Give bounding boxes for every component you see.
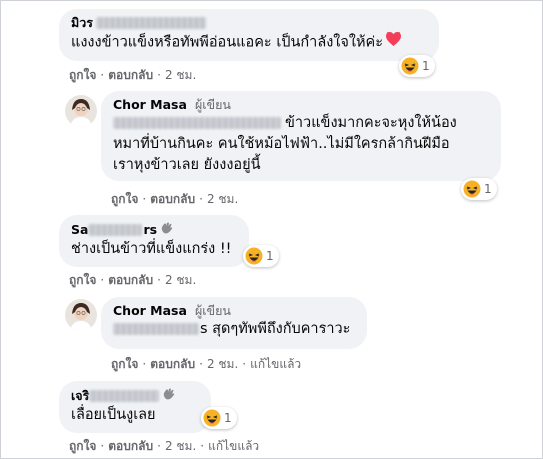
comment-actions: ถูกใจ · ตอบกลับ · 2 ชม. (69, 67, 196, 83)
reaction-count[interactable]: 1 (201, 407, 237, 429)
author-badge: ผู้เขียน (194, 303, 231, 318)
separator-dot: · (100, 68, 105, 82)
haha-emoji-icon (463, 180, 481, 198)
waving-hand-icon (160, 221, 174, 239)
comment-author-row: เจริ (71, 387, 199, 405)
separator-dot: · (200, 439, 205, 453)
reply-button[interactable]: ตอบกลับ (108, 67, 153, 83)
comments-panel: มิวร แงงงข้าวแข็งหรือทัพพีอ่อนแอคะ เป็นก… (0, 0, 543, 459)
reply-button[interactable]: ตอบกลับ (108, 272, 153, 288)
redacted-name (88, 224, 143, 236)
comment-text: s สุดๆทัพพีถึงกับคาราวะ (200, 321, 351, 337)
reaction-count[interactable]: 1 (243, 245, 279, 267)
comment-text-row: ข้าวแข็งมากคะจะหุงให้น้อง (113, 113, 489, 134)
separator-dot: · (142, 357, 147, 371)
comment-text: เราหุงข้าวเลย ยังงงอยู่นี้ (113, 157, 261, 173)
comment-author-tail: rs (143, 222, 158, 237)
like-button[interactable]: ถูกใจ (69, 438, 96, 454)
comment-author[interactable]: มิวร (71, 15, 93, 31)
like-button[interactable]: ถูกใจ (111, 191, 138, 207)
comment-text: แงงงข้าวแข็งหรือทัพพีอ่อนแอคะ เป็นกำลังใ… (71, 34, 383, 51)
reaction-count-label: 1 (422, 59, 430, 73)
haha-emoji-icon (245, 247, 263, 265)
comment-author-row: มิวร (71, 15, 427, 31)
haha-emoji-icon (203, 409, 221, 427)
comment-actions: ถูกใจ · ตอบกลับ · 2 ชม. · แก้ไขแล้ว (69, 438, 259, 454)
comment-bubble: Sa rs ช่างเป็นข้าวที่แข็งแกร่ง !! (59, 215, 249, 267)
comment-author[interactable]: Chor Masa (113, 303, 187, 319)
comment-actions: ถูกใจ · ตอบกลับ · 2 ชม. (69, 272, 196, 288)
reply-button[interactable]: ตอบกลับ (108, 438, 153, 454)
redacted-name (113, 117, 281, 129)
separator-dot: · (242, 357, 247, 371)
comment-bubble: Chor Masa ผู้เขียน ข้าวแข็งมากคะจะหุงให้… (101, 91, 501, 181)
comment-author[interactable]: Sa (71, 222, 88, 238)
comment-text: หมาที่บ้านกินคะ คนใช้หม้อไฟฟ้า..ไม่มีใคร… (113, 136, 450, 152)
comment-text: เลื่อยเป็นงูเลย (71, 407, 156, 423)
redacted-name (89, 390, 160, 402)
comment-text-row: s สุดๆทัพพีถึงกับคาราวะ (113, 319, 355, 340)
redacted-name (113, 323, 199, 335)
separator-dot: · (157, 68, 161, 82)
comment-text: ข้าวแข็งมากคะจะหุงให้น้อง (285, 115, 457, 131)
comment-bubble: Chor Masa ผู้เขียน s สุดๆทัพพีถึงกับคารา… (101, 297, 367, 349)
reaction-count-label: 1 (266, 249, 274, 263)
comment-text-row: แงงงข้าวแข็งหรือทัพพีอ่อนแอคะ เป็นกำลังใ… (71, 31, 427, 54)
separator-dot: · (199, 357, 203, 371)
avatar[interactable] (65, 299, 97, 331)
separator-dot: · (100, 439, 105, 453)
comment-bubble: มิวร แงงงข้าวแข็งหรือทัพพีอ่อนแอคะ เป็นก… (59, 9, 439, 61)
timestamp[interactable]: 2 ชม. (165, 272, 196, 288)
like-button[interactable]: ถูกใจ (111, 356, 138, 372)
avatar[interactable] (65, 95, 97, 127)
reaction-count-label: 1 (224, 411, 232, 425)
separator-dot: · (100, 273, 105, 287)
timestamp[interactable]: 2 ชม. (165, 438, 196, 454)
comment-actions: ถูกใจ · ตอบกลับ · 2 ชม. · แก้ไขแล้ว (111, 356, 301, 372)
comment-actions: ถูกใจ · ตอบกลับ · 2 ชม. (111, 191, 238, 207)
like-button[interactable]: ถูกใจ (69, 272, 96, 288)
comment-author-row: Chor Masa ผู้เขียน (113, 97, 489, 113)
timestamp[interactable]: 2 ชม. (165, 67, 196, 83)
like-button[interactable]: ถูกใจ (69, 67, 96, 83)
timestamp[interactable]: 2 ชม. (207, 191, 238, 207)
comment-bubble: เจริ เลื่อยเป็นงูเลย (59, 381, 211, 433)
reaction-count[interactable]: 1 (399, 55, 435, 77)
comment-text: ช่างเป็นข้าวที่แข็งแกร่ง !! (71, 241, 232, 257)
timestamp[interactable]: 2 ชม. (207, 356, 238, 372)
reply-button[interactable]: ตอบกลับ (150, 356, 195, 372)
comment-author-row: Sa rs (71, 221, 237, 239)
reaction-count-label: 1 (484, 182, 492, 196)
edited-label[interactable]: แก้ไขแล้ว (250, 356, 301, 372)
separator-dot: · (157, 273, 161, 287)
comment-author[interactable]: เจริ (71, 388, 89, 404)
comment-author-row: Chor Masa ผู้เขียน (113, 303, 355, 319)
separator-dot: · (157, 439, 161, 453)
heart-emoji-icon (385, 31, 402, 54)
waving-hand-icon (162, 387, 176, 405)
author-badge: ผู้เขียน (194, 97, 231, 112)
separator-dot: · (142, 192, 147, 206)
haha-emoji-icon (401, 57, 419, 75)
reaction-count[interactable]: 1 (461, 178, 497, 200)
separator-dot: · (199, 192, 203, 206)
comment-author[interactable]: Chor Masa (113, 97, 187, 113)
edited-label[interactable]: แก้ไขแล้ว (208, 438, 259, 454)
reply-button[interactable]: ตอบกลับ (150, 191, 195, 207)
redacted-name (95, 17, 206, 29)
